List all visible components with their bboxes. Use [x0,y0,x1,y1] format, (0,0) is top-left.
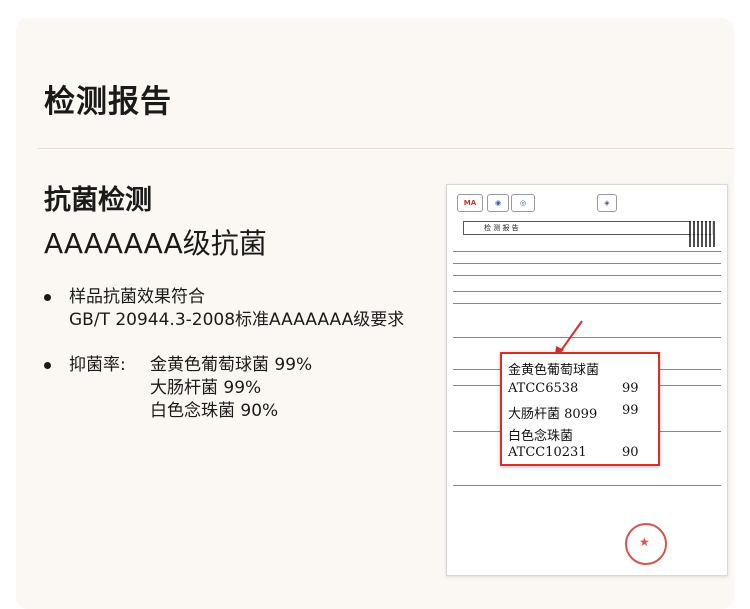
table-rule [453,485,721,486]
callout-name: 大肠杆菌 8099 [508,407,598,422]
callout-value: 90 [622,445,639,460]
bullet-standard-line2: GB/T 20944.3-2008标准AAAAAAA级要求 [69,310,405,330]
bullet-dot [44,294,51,301]
bullet-dot [44,362,51,369]
page-title: 检测报告 [44,84,172,120]
rate-item: 金黄色葡萄球菌 99% [150,355,313,375]
section-title: 抗菌检测 [44,185,152,216]
result-callout: 金黄色葡萄球菌 ATCC6538 99 大肠杆菌 8099 99 白色念珠菌 ATC… [500,352,660,466]
rate-item: 白色念珠菌 90% [150,401,279,421]
table-rule [453,291,721,292]
qr-code-icon [689,221,715,247]
rate-label: 抑菌率: [69,355,126,375]
table-rule [453,337,721,338]
rate-list: 金黄色葡萄球菌 99% 大肠杆菌 99% 白色念珠菌 90% [150,354,312,423]
lab-logo: ◈ [597,194,617,212]
report-logos: MA ◉ ◎ ◈ [457,191,717,219]
table-rule [453,275,721,276]
grade-label: AAAAAAA级抗菌 [44,227,267,260]
callout-name: ATCC6538 [508,381,579,396]
table-rule [453,303,721,304]
divider [38,148,734,149]
callout-value: 99 [622,381,639,396]
callout-value: 99 [622,403,639,418]
cnas-logo: ◎ [511,194,535,212]
callout-name: 金黄色葡萄球菌 [508,363,600,378]
table-rule [453,251,721,252]
table-rule [453,263,721,264]
callout-name: 白色念珠菌 [508,429,574,444]
report-title-box: 检 测 报 告 [463,221,713,235]
ilac-logo: ◉ [487,194,509,212]
rate-item: 大肠杆菌 99% [150,378,262,398]
callout-name: ATCC10231 [508,445,587,460]
report-doc-title: 检 测 报 告 [484,224,519,232]
ma-logo: MA [457,194,483,212]
stamp-star-icon: ★ [639,535,650,549]
bullet-standard-line1: 样品抗菌效果符合 [69,287,205,307]
